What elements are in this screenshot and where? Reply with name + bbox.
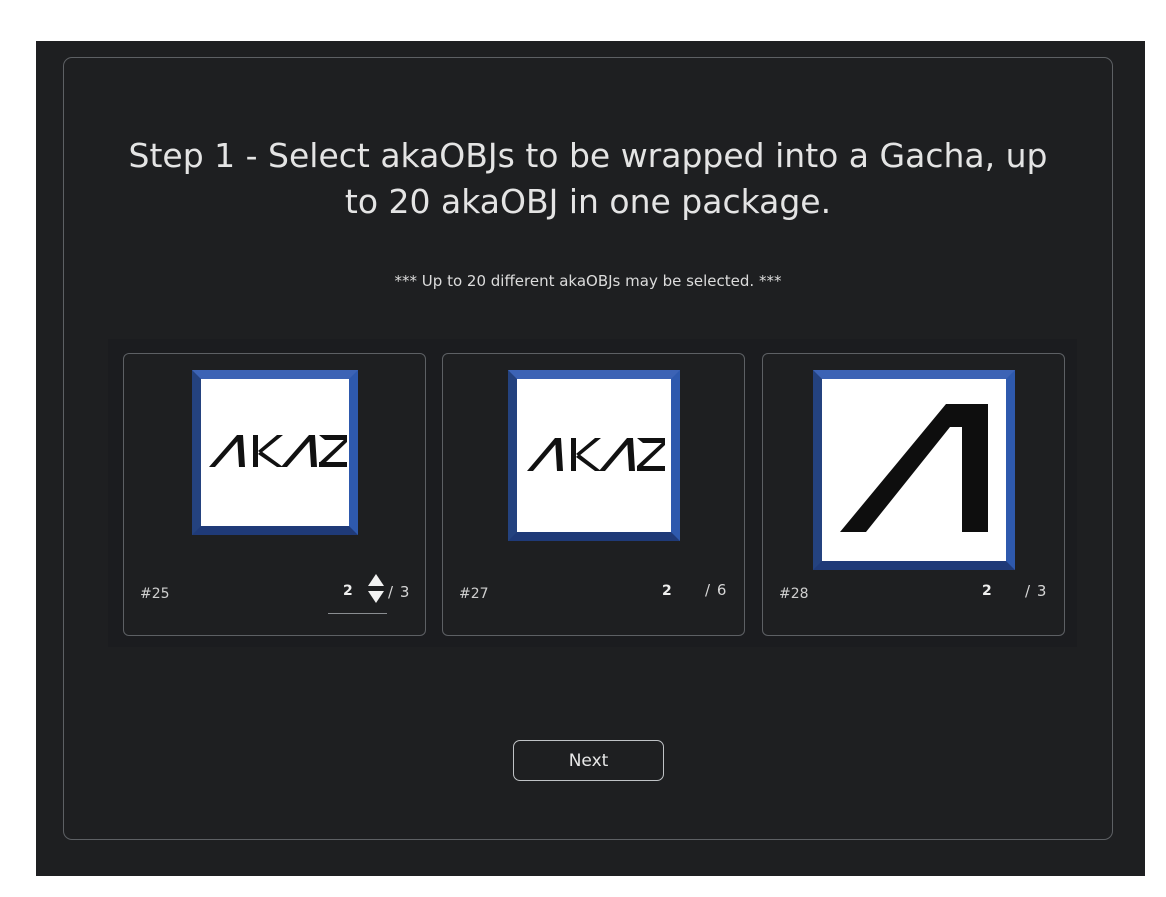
quantity-value[interactable]: 2 (662, 583, 672, 599)
token-id: #28 (779, 586, 809, 602)
quantity-value[interactable]: 2 (343, 583, 353, 599)
next-button[interactable]: Next (513, 740, 664, 781)
token-id: #27 (459, 586, 489, 602)
akaobj-card-25[interactable]: #25 2 / 3 (123, 353, 426, 636)
max-quantity: / 6 (705, 581, 728, 599)
akaobj-thumbnail (508, 370, 680, 541)
page-title: Step 1 - Select akaOBJs to be wrapped in… (128, 136, 1048, 221)
akaobj-thumbnail (192, 370, 358, 535)
akas-a-mark-icon (840, 404, 988, 532)
akaobj-card-27[interactable]: #27 2 / 6 (442, 353, 745, 636)
akas-wordmark-icon (527, 438, 665, 471)
max-quantity: / 3 (1025, 582, 1048, 600)
increment-arrow-icon[interactable] (368, 574, 384, 586)
decrement-arrow-icon[interactable] (368, 591, 384, 603)
quantity-input-underline (328, 613, 387, 614)
akaobj-thumbnail (813, 370, 1015, 570)
akas-wordmark-icon (209, 435, 347, 467)
max-quantity: / 3 (388, 583, 411, 601)
selection-note: *** Up to 20 different akaOBJs may be se… (394, 272, 782, 290)
akaobj-card-28[interactable]: #28 2 / 3 (762, 353, 1065, 636)
token-id: #25 (140, 586, 170, 602)
quantity-value[interactable]: 2 (982, 583, 992, 599)
quantity-stepper[interactable] (368, 574, 384, 606)
